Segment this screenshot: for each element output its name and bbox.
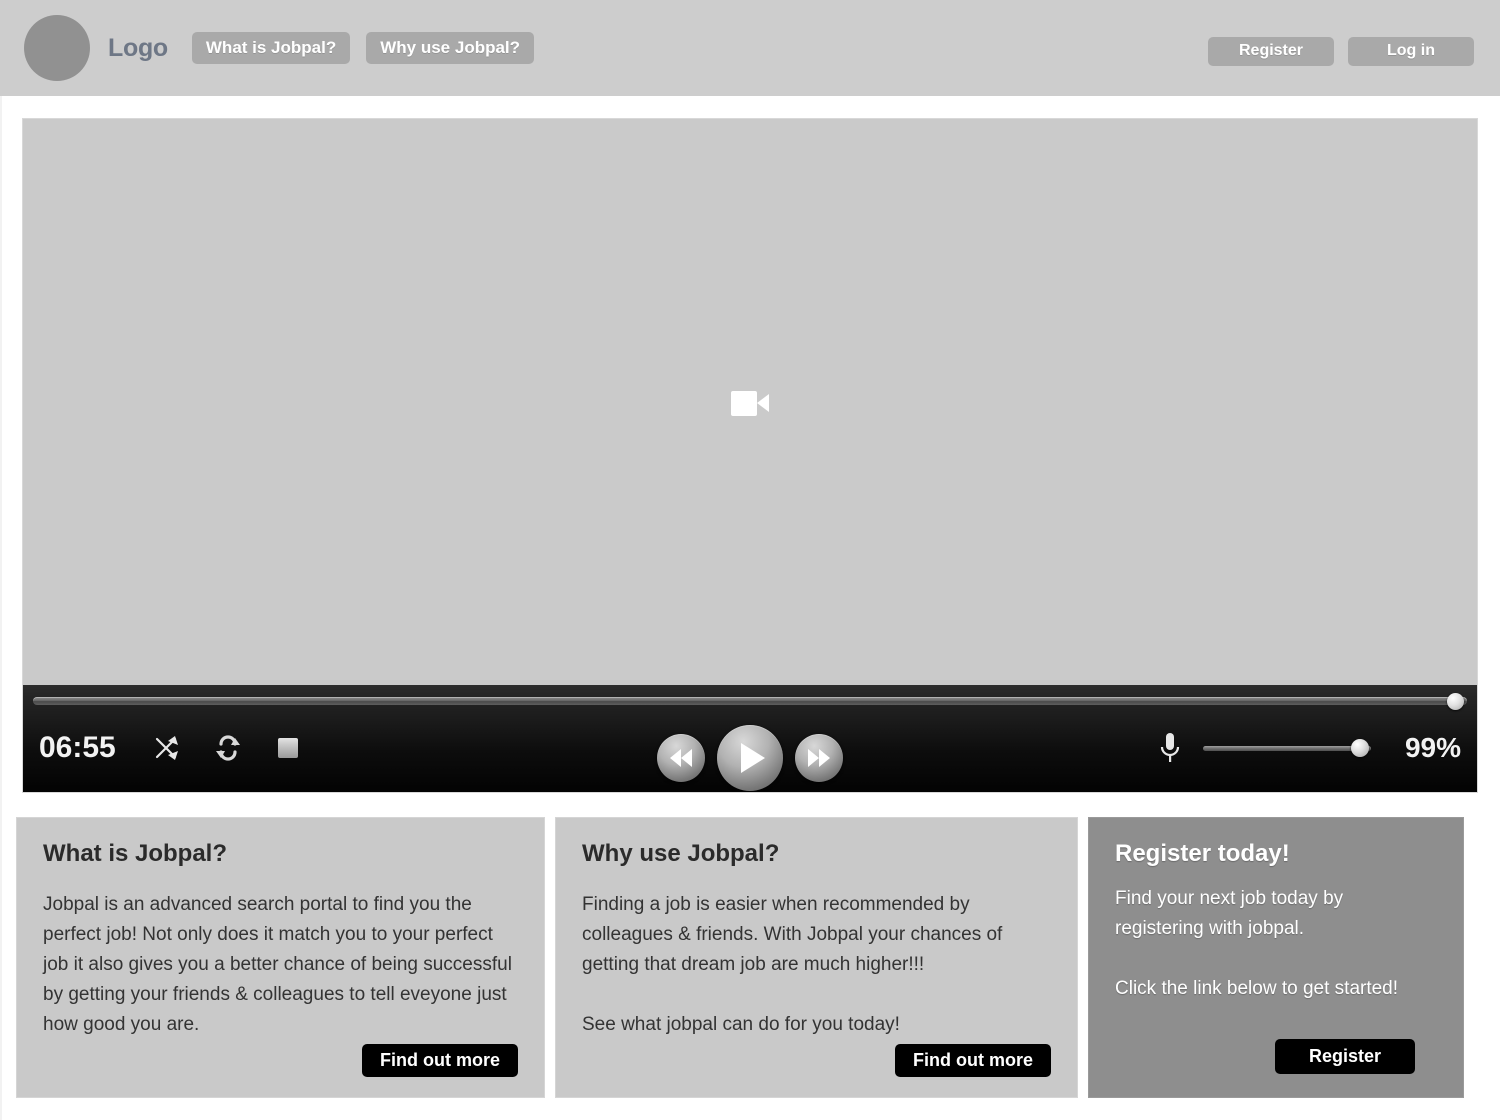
page-edge-line — [0, 96, 2, 1120]
card-paragraph: Finding a job is easier when recommended… — [582, 894, 1003, 975]
shuffle-icon[interactable] — [151, 731, 185, 765]
cards-row: What is Jobpal? Jobpal is an advanced se… — [16, 817, 1486, 1098]
controls-right-cluster: 99% — [1153, 731, 1461, 765]
auth-nav: Register Log in — [1208, 37, 1474, 66]
card-title: What is Jobpal? — [43, 840, 228, 867]
nav-item-what-is-jobpal[interactable]: What is Jobpal? — [191, 32, 351, 64]
register-cta-button[interactable]: Register — [1274, 1039, 1415, 1074]
card-paragraph: Find your next job today by registering … — [1115, 888, 1344, 939]
controls-center-cluster — [657, 725, 843, 791]
time-display: 06:55 — [39, 731, 116, 764]
video-player: 06:55 99% — [22, 118, 1478, 793]
volume-slider[interactable] — [1203, 739, 1371, 757]
rewind-button[interactable] — [657, 734, 705, 782]
volume-percent: 99% — [1404, 732, 1461, 763]
brand-block[interactable]: Logo — [24, 15, 168, 81]
nav-item-why-use-jobpal[interactable]: Why use Jobpal? — [366, 32, 535, 64]
video-stage[interactable] — [23, 119, 1477, 687]
card-paragraph: Jobpal is an advanced search portal to f… — [43, 894, 512, 1035]
player-controls: 06:55 99% — [23, 685, 1477, 792]
progress-track[interactable] — [33, 697, 1467, 705]
register-button[interactable]: Register — [1208, 37, 1334, 66]
card-register-today: Register today! Find your next job today… — [1088, 817, 1464, 1098]
find-out-more-button[interactable]: Find out more — [362, 1044, 518, 1077]
card-what-is-jobpal: What is Jobpal? Jobpal is an advanced se… — [16, 817, 545, 1098]
progress-knob[interactable] — [1446, 693, 1464, 710]
progress-scrubber[interactable] — [33, 693, 1467, 710]
avatar-circle-icon — [24, 15, 90, 81]
card-paragraph: See what jobpal can do for you today! — [582, 1014, 900, 1035]
play-button[interactable] — [717, 725, 783, 791]
controls-left-cluster: 06:55 — [39, 731, 305, 765]
primary-nav: What is Jobpal? Why use Jobpal? — [191, 32, 535, 64]
card-title: Register today! — [1115, 840, 1290, 867]
volume-knob[interactable] — [1350, 739, 1369, 757]
video-camera-icon — [731, 390, 769, 416]
volume-track[interactable] — [1203, 746, 1371, 751]
fast-forward-button[interactable] — [795, 734, 843, 782]
login-button[interactable]: Log in — [1348, 37, 1474, 66]
find-out-more-button[interactable]: Find out more — [895, 1044, 1051, 1077]
repeat-icon[interactable] — [211, 731, 245, 765]
card-title: Why use Jobpal? — [582, 840, 780, 867]
card-paragraph: Click the link below to get started! — [1115, 978, 1399, 999]
logo-text: Logo — [108, 33, 168, 62]
microphone-icon[interactable] — [1153, 731, 1187, 765]
stop-icon[interactable] — [271, 731, 305, 765]
site-header: Logo What is Jobpal? Why use Jobpal? Reg… — [0, 0, 1500, 96]
card-why-use-jobpal: Why use Jobpal? Finding a job is easier … — [555, 817, 1078, 1098]
